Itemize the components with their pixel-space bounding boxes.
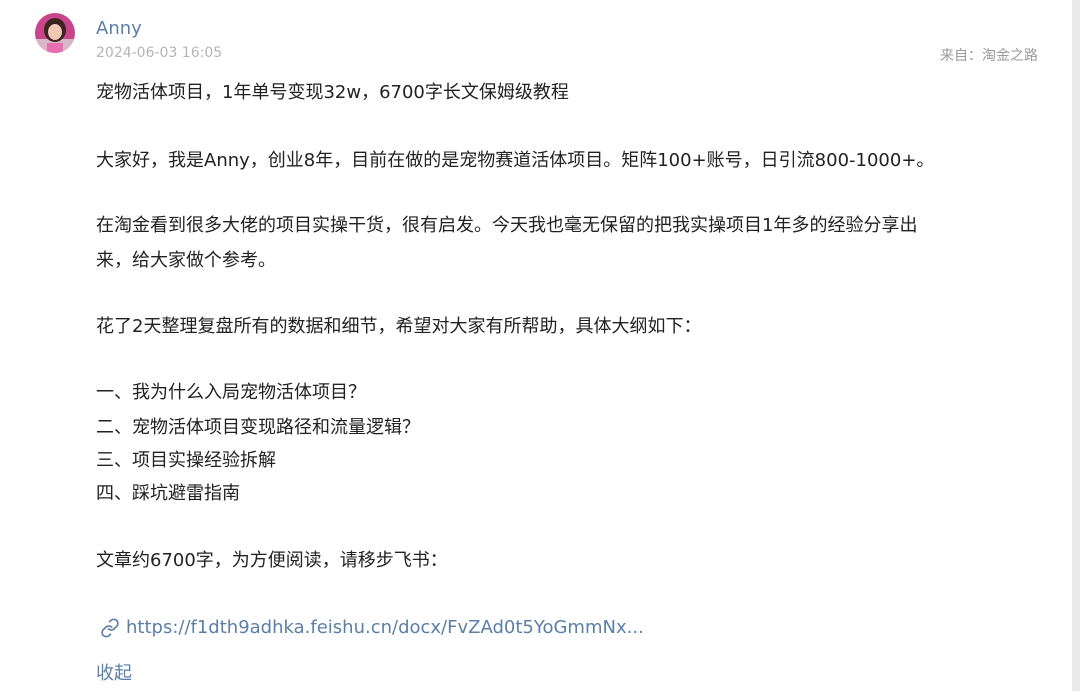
post-timestamp: 2024-06-03 16:05 bbox=[96, 45, 223, 61]
outline-item: 四、踩坑避雷指南 bbox=[96, 483, 240, 504]
post-paragraph-line: 来，给大家做个参考。 bbox=[96, 250, 276, 271]
post-paragraph-line: 在淘金看到很多大佬的项目实操干货，很有启发。今天我也毫无保留的把我实操项目1年多… bbox=[96, 215, 918, 236]
avatar[interactable] bbox=[35, 13, 75, 53]
outline-item: 一、我为什么入局宠物活体项目？ bbox=[96, 382, 366, 403]
collapse-button[interactable]: 收起 bbox=[96, 663, 132, 685]
source-link[interactable]: 淘金之路 bbox=[982, 48, 1038, 64]
post-title: 宠物活体项目，1年单号变现32w，6700字长文保姆级教程 bbox=[96, 82, 569, 103]
post-paragraph: 花了2天整理复盘所有的数据和细节，希望对大家有所帮助，具体大纲如下： bbox=[96, 316, 702, 337]
post-intro: 大家好，我是Anny，创业8年，目前在做的是宠物赛道活体项目。矩阵100+账号，… bbox=[96, 150, 935, 171]
scrollbar[interactable] bbox=[1072, 0, 1080, 691]
post-source: 来自：淘金之路 bbox=[940, 45, 1038, 65]
link-text[interactable]: https://f1dth9adhka.feishu.cn/docx/FvZAd… bbox=[126, 617, 644, 639]
feishu-link[interactable]: https://f1dth9adhka.feishu.cn/docx/FvZAd… bbox=[100, 617, 644, 639]
author-name[interactable]: Anny bbox=[96, 18, 142, 39]
source-prefix: 来自： bbox=[940, 48, 982, 64]
link-icon bbox=[101, 618, 119, 638]
post-closing: 文章约6700字，为方便阅读，请移步飞书： bbox=[96, 550, 448, 571]
outline-item: 二、宠物活体项目变现路径和流量逻辑？ bbox=[96, 417, 420, 438]
outline-item: 三、项目实操经验拆解 bbox=[96, 450, 276, 471]
